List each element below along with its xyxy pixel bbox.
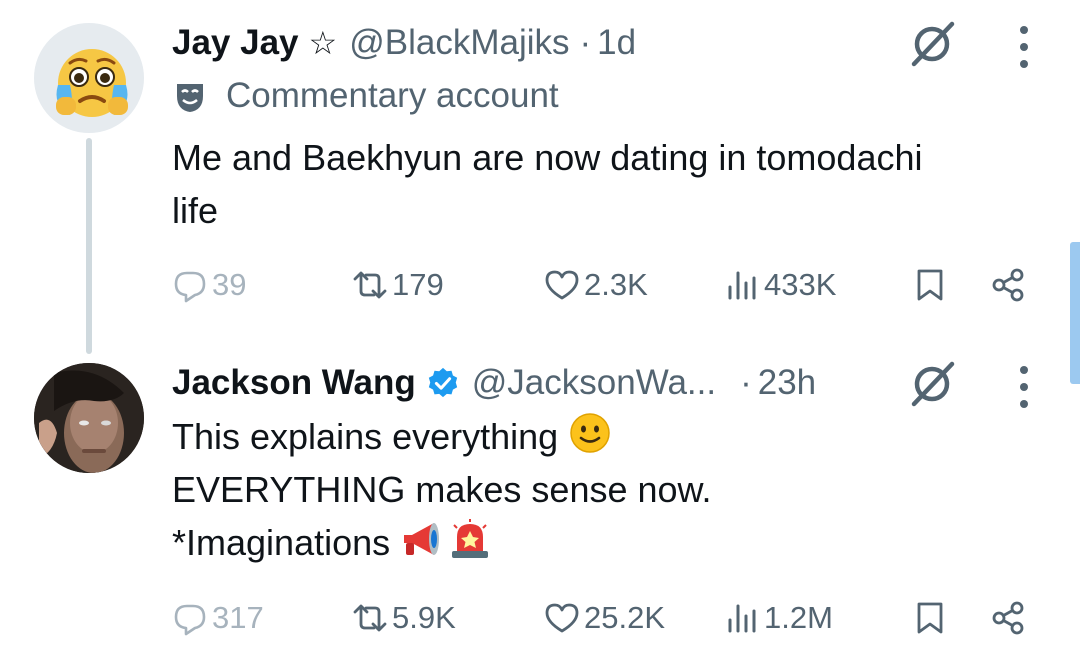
retweet-icon: [353, 271, 387, 299]
view-count: 433K: [764, 267, 837, 302]
star-text: ☆: [308, 25, 338, 61]
retweet-button[interactable]: 179: [352, 260, 444, 310]
pleading-face-avatar-image: [34, 23, 144, 133]
reply-count: 317: [212, 600, 264, 635]
heart-icon: [545, 603, 579, 633]
more-vertical-icon[interactable]: [1018, 364, 1030, 410]
megaphone-emoji-icon: [404, 523, 440, 555]
tweet-text: Me and Baekhyun are now dating in tomoda…: [172, 131, 1040, 237]
tweet-header: Jackson Wang @JacksonWa... · 23h: [172, 360, 816, 406]
grok-icon[interactable]: [906, 18, 958, 70]
slightly-smiling-face-emoji-icon: [570, 413, 610, 453]
display-name[interactable]: Jackson Wang: [172, 363, 416, 403]
tweet-text-segment: *Imaginations: [172, 522, 391, 563]
tweet[interactable]: Jay Jay ☆ @BlackMajiks · 1d Commentary a…: [0, 0, 1080, 340]
user-handle[interactable]: @BlackMajiks: [349, 23, 569, 63]
tweet-text-segment: This explains everything: [172, 416, 559, 457]
tweet-text: This explains everything EVERYTHING make…: [172, 410, 1040, 569]
bookmark-button[interactable]: [912, 593, 948, 643]
share-icon: [992, 601, 1024, 635]
separator-dot: ·: [740, 363, 752, 402]
heart-icon: [545, 270, 579, 300]
action-bar: 317 5.9K 25.2K 1.2M: [172, 593, 1052, 643]
views-icon: [728, 604, 756, 633]
bookmark-button[interactable]: [912, 260, 948, 310]
tweet-text-line: life: [172, 190, 219, 231]
timestamp[interactable]: 23h: [758, 363, 816, 403]
like-button[interactable]: 2.3K: [544, 260, 648, 310]
user-handle[interactable]: @JacksonWa...: [472, 363, 716, 403]
reply-count: 39: [212, 267, 247, 302]
like-button[interactable]: 25.2K: [544, 593, 665, 643]
avatar[interactable]: [34, 363, 144, 473]
reply-icon: [174, 604, 206, 636]
avatar[interactable]: [34, 23, 144, 133]
tweet-text-line: *Imaginations: [172, 516, 1040, 569]
like-count: 25.2K: [584, 600, 666, 635]
account-label-text: Commentary account: [226, 76, 559, 115]
share-button[interactable]: [990, 260, 1026, 310]
views-icon: [728, 271, 756, 300]
profile-photo-avatar-image: [34, 363, 144, 473]
tweet-text-line: Me and Baekhyun are now dating in tomoda…: [172, 137, 923, 178]
timestamp[interactable]: 1d: [597, 23, 636, 63]
account-label[interactable]: Commentary account: [172, 76, 559, 116]
tweet[interactable]: Jackson Wang @JacksonWa... · 23h This ex…: [0, 340, 1080, 663]
views-button[interactable]: 1.2M: [724, 593, 833, 643]
bookmark-icon: [917, 602, 943, 634]
theater-mask-icon: [177, 84, 203, 112]
retweet-icon: [353, 604, 387, 632]
reply-button[interactable]: 39: [172, 260, 246, 310]
reply-button[interactable]: 317: [172, 593, 264, 643]
share-icon: [992, 268, 1024, 302]
separator-dot: ·: [579, 23, 592, 62]
reply-icon: [174, 271, 206, 303]
action-bar: 39 179 2.3K 433K: [172, 260, 1052, 310]
police-light-emoji-icon: [452, 519, 489, 558]
bookmark-icon: [917, 269, 943, 301]
tweet-text-line: EVERYTHING makes sense now.: [172, 469, 712, 510]
verified-badge-icon: [428, 367, 457, 398]
share-button[interactable]: [990, 593, 1026, 643]
grok-icon[interactable]: [906, 358, 958, 410]
views-button[interactable]: 433K: [724, 260, 836, 310]
display-name[interactable]: Jay Jay: [172, 23, 299, 63]
more-vertical-icon[interactable]: [1018, 24, 1030, 70]
tweet-header: Jay Jay ☆ @BlackMajiks · 1d: [172, 20, 636, 66]
like-count: 2.3K: [584, 267, 648, 302]
view-count: 1.2M: [764, 600, 833, 635]
tweet-thread: Jay Jay ☆ @BlackMajiks · 1d Commentary a…: [0, 0, 1080, 663]
retweet-count: 5.9K: [392, 600, 456, 635]
tweet-text-line: This explains everything: [172, 410, 1040, 463]
retweet-button[interactable]: 5.9K: [352, 593, 456, 643]
retweet-count: 179: [392, 267, 444, 302]
